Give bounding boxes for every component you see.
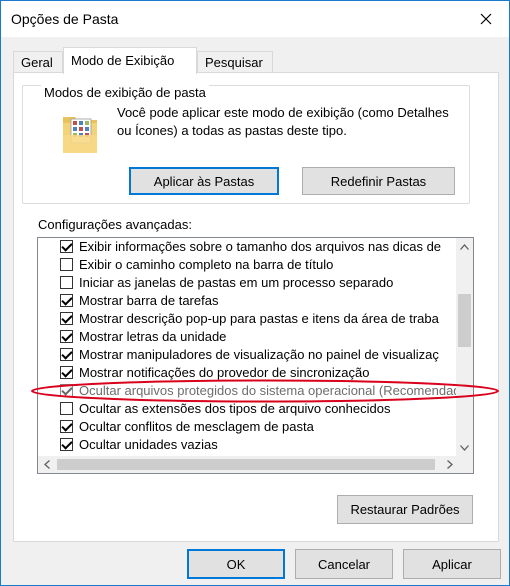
vertical-scrollbar[interactable]: [456, 238, 473, 456]
close-icon: [480, 13, 492, 25]
list-item-label: Exibir o caminho completo na barra de tí…: [79, 257, 334, 272]
list-item-label: Ocultar conflitos de mesclagem de pasta: [79, 419, 314, 434]
scrollbar-corner: [456, 456, 473, 473]
tab-search[interactable]: Pesquisar: [197, 51, 273, 73]
scroll-up-button[interactable]: [456, 238, 473, 255]
scroll-down-button[interactable]: [456, 439, 473, 456]
tab-general[interactable]: Geral: [13, 51, 63, 73]
folder-views-legend: Modos de exibição de pasta: [41, 85, 209, 100]
chevron-left-icon: [43, 460, 50, 469]
checkbox[interactable]: [60, 258, 73, 271]
apply-button[interactable]: Aplicar: [403, 549, 501, 579]
window-title: Opções de Pasta: [11, 11, 119, 27]
advanced-settings-label: Configurações avançadas:: [38, 217, 192, 232]
list-item[interactable]: Exibir informações sobre o tamanho dos a…: [38, 238, 458, 256]
list-item-label: Ocultar arquivos protegidos do sistema o…: [79, 383, 458, 398]
list-item-label: Mostrar manipuladores de visualização no…: [79, 347, 439, 362]
checkbox[interactable]: [60, 366, 73, 379]
list-item[interactable]: Mostrar barra de tarefas: [38, 292, 458, 310]
checkbox[interactable]: [60, 420, 73, 433]
tab-view[interactable]: Modo de Exibição: [63, 47, 197, 74]
apply-to-folders-button[interactable]: Aplicar às Pastas: [129, 167, 279, 195]
checkbox[interactable]: [60, 240, 73, 253]
list-item-label: Mostrar descrição pop-up para pastas e i…: [79, 311, 439, 326]
chevron-down-icon: [460, 444, 469, 451]
advanced-settings-list[interactable]: Exibir informações sobre o tamanho dos a…: [37, 237, 474, 474]
list-item[interactable]: Mostrar descrição pop-up para pastas e i…: [38, 310, 458, 328]
chevron-up-icon: [460, 243, 469, 250]
list-item[interactable]: Ocultar unidades vazias: [38, 436, 458, 454]
reset-folders-button[interactable]: Redefinir Pastas: [302, 167, 455, 195]
list-item[interactable]: Iniciar as janelas de pastas em um proce…: [38, 274, 458, 292]
checkbox[interactable]: [60, 402, 73, 415]
list-item-label: Mostrar notificações do provedor de sinc…: [79, 365, 370, 380]
checkbox[interactable]: [60, 348, 73, 361]
list-item[interactable]: Ocultar conflitos de mesclagem de pasta: [38, 418, 458, 436]
close-button[interactable]: [463, 1, 509, 37]
folder-icon: [59, 113, 101, 157]
list-item-label: Iniciar as janelas de pastas em um proce…: [79, 275, 394, 290]
checkbox[interactable]: [60, 384, 73, 397]
list-item[interactable]: Mostrar notificações do provedor de sinc…: [38, 364, 458, 382]
list-item-label: Ocultar as extensões dos tipos de arquiv…: [79, 401, 391, 416]
cancel-button[interactable]: Cancelar: [295, 549, 393, 579]
list-item-label: Exibir informações sobre o tamanho dos a…: [79, 239, 442, 254]
chevron-right-icon: [446, 460, 453, 469]
list-item-label: Mostrar letras da unidade: [79, 329, 227, 344]
horizontal-scroll-thumb[interactable]: [57, 459, 435, 470]
folder-options-dialog: Opções de Pasta Geral Modo de Exibição P…: [0, 0, 510, 586]
list-item-label: Ocultar unidades vazias: [79, 437, 218, 452]
restore-defaults-button[interactable]: Restaurar Padrões: [337, 495, 473, 524]
checkbox[interactable]: [60, 438, 73, 451]
list-item[interactable]: Ocultar arquivos protegidos do sistema o…: [38, 382, 458, 400]
checkbox[interactable]: [60, 330, 73, 343]
vertical-scroll-thumb[interactable]: [458, 294, 471, 347]
horizontal-scrollbar[interactable]: [38, 456, 458, 473]
title-bar: Opções de Pasta: [1, 1, 509, 37]
list-item-label: Mostrar barra de tarefas: [79, 293, 219, 308]
checkbox[interactable]: [60, 294, 73, 307]
checkbox[interactable]: [60, 276, 73, 289]
list-item[interactable]: Mostrar letras da unidade: [38, 328, 458, 346]
checkbox[interactable]: [60, 312, 73, 325]
list-item[interactable]: Ocultar as extensões dos tipos de arquiv…: [38, 400, 458, 418]
list-item[interactable]: Exibir o caminho completo na barra de tí…: [38, 256, 458, 274]
ok-button[interactable]: OK: [187, 549, 285, 579]
scroll-left-button[interactable]: [38, 456, 55, 473]
list-item[interactable]: Mostrar manipuladores de visualização no…: [38, 346, 458, 364]
folder-views-description: Você pode aplicar este modo de exibição …: [117, 105, 449, 138]
